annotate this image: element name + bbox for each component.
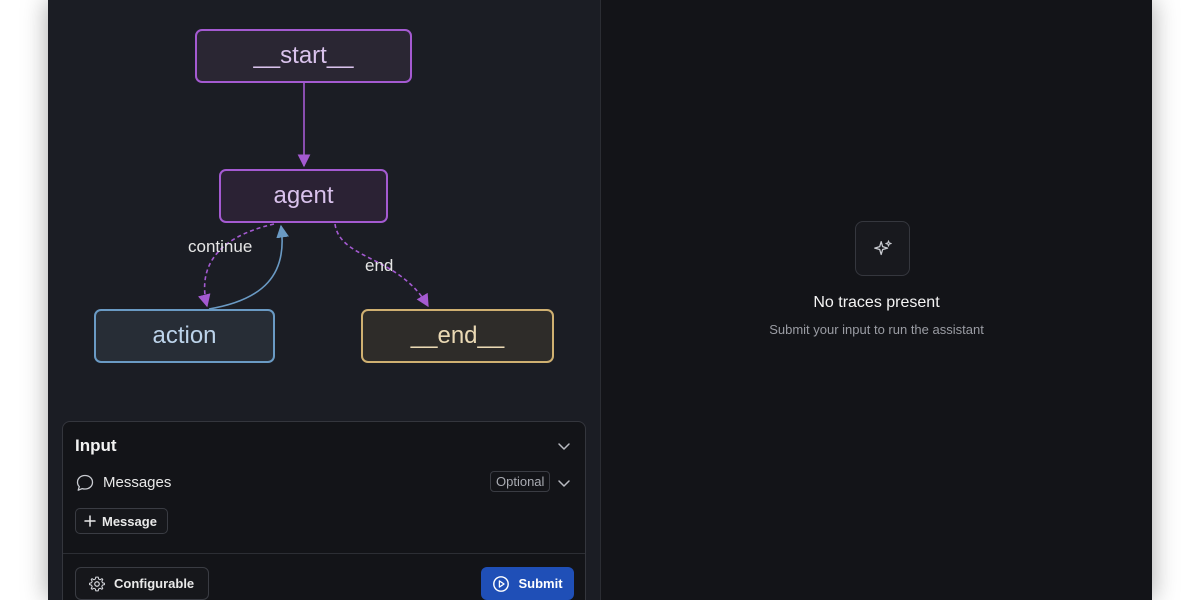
- graph-canvas[interactable]: __start__ agent action __end__ continue …: [48, 0, 600, 410]
- chevron-down-icon[interactable]: [556, 475, 572, 491]
- node-action[interactable]: action: [94, 309, 275, 363]
- empty-state-title: No traces present: [813, 294, 940, 311]
- input-panel: Input Messages Optional Message Configur…: [62, 421, 586, 600]
- node-agent[interactable]: agent: [219, 169, 388, 223]
- configurable-label: Configurable: [114, 576, 195, 591]
- traces-pane: No traces present Submit your input to r…: [601, 0, 1152, 600]
- messages-label: Messages: [103, 474, 172, 491]
- play-circle-icon: [493, 575, 510, 592]
- chat-bubble-icon: [76, 474, 94, 491]
- gear-icon: [89, 576, 105, 591]
- configurable-button[interactable]: Configurable: [75, 567, 210, 600]
- submit-button[interactable]: Submit: [481, 567, 574, 600]
- node-end[interactable]: __end__: [361, 309, 554, 363]
- input-title: Input: [75, 436, 117, 455]
- panel-divider: [63, 553, 585, 554]
- app-window: __start__ agent action __end__ continue …: [48, 0, 1152, 600]
- submit-label: Submit: [518, 576, 563, 591]
- edge-label-continue: continue: [188, 237, 253, 256]
- sparkle-icon-container: [855, 221, 910, 276]
- optional-badge: Optional: [490, 471, 551, 492]
- edge-label-end: end: [365, 256, 394, 275]
- add-message-label: Message: [102, 513, 157, 529]
- add-message-button[interactable]: Message: [75, 508, 168, 534]
- plus-icon: [84, 515, 96, 527]
- chevron-down-icon[interactable]: [556, 438, 572, 454]
- graph-pane: __start__ agent action __end__ continue …: [48, 0, 600, 600]
- empty-state-subtitle: Submit your input to run the assistant: [769, 322, 984, 337]
- node-start[interactable]: __start__: [195, 29, 412, 83]
- messages-row[interactable]: Messages Optional: [75, 471, 575, 494]
- sparkle-icon: [873, 239, 892, 255]
